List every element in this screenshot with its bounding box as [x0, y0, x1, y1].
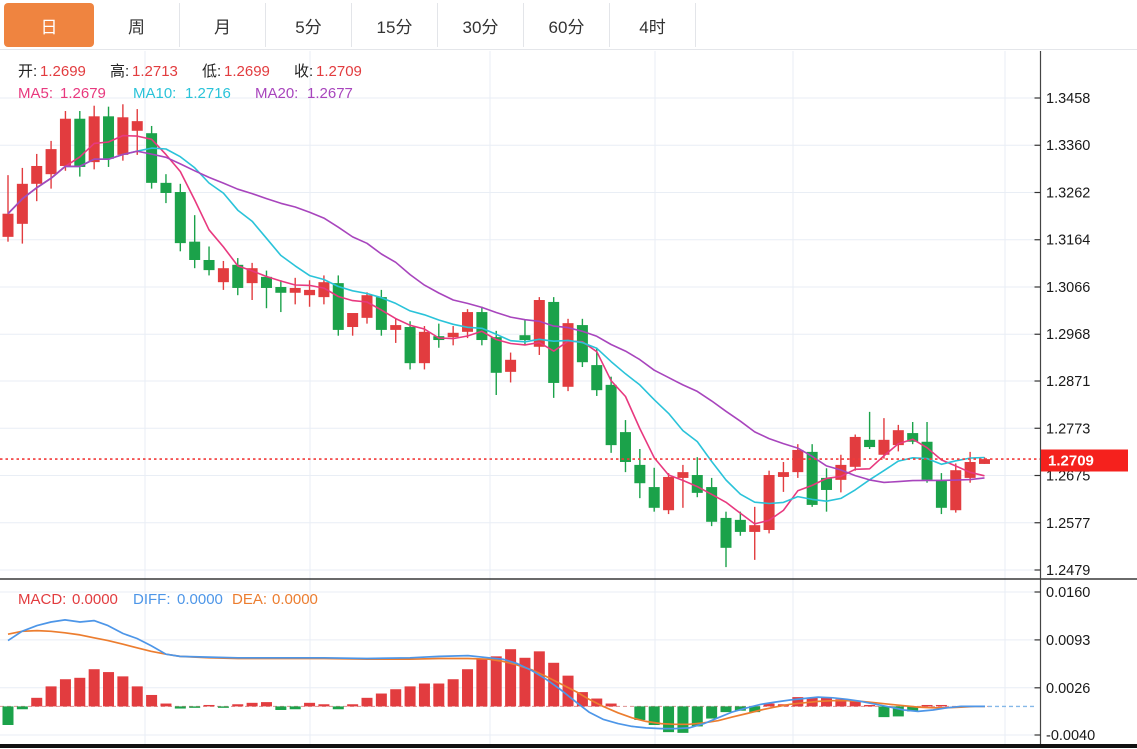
- open-value: 1.2699: [40, 63, 86, 80]
- low-label: 低:: [202, 63, 221, 80]
- ma10-label: MA10:: [133, 85, 176, 102]
- candlestick-chart: 1.3458 1.3360 1.3262 1.3164 1.3066 1.2968 1.28…: [0, 0, 1137, 749]
- axis-tick-label: 1.2968: [1046, 327, 1090, 343]
- tab-30min[interactable]: 30分: [438, 3, 524, 47]
- close-value: 1.2709: [316, 63, 362, 80]
- axis-tick-label: 0.0026: [1046, 681, 1090, 697]
- axis-tick-label: 1.2577: [1046, 516, 1090, 532]
- axis-tick-label: 0.0160: [1046, 585, 1090, 601]
- tab-15min[interactable]: 15分: [352, 3, 438, 47]
- high-value: 1.2713: [132, 63, 178, 80]
- dea-value: 0.0000: [272, 591, 318, 608]
- ma5-value: 1.2679: [60, 85, 106, 102]
- tab-week[interactable]: 周: [94, 3, 180, 47]
- close-label: 收:: [294, 63, 313, 80]
- axis-tick-label: 0.0093: [1046, 633, 1090, 649]
- axis-tick-label: 1.3164: [1046, 233, 1090, 249]
- ma10-value: 1.2716: [185, 85, 231, 102]
- tab-day[interactable]: 日: [4, 3, 94, 47]
- macd-value: 0.0000: [72, 591, 118, 608]
- price-axis: 1.3458 1.3360 1.3262 1.3164 1.3066 1.2968 1.28…: [0, 51, 1137, 746]
- axis-tick-label: 1.2871: [1046, 374, 1090, 390]
- axis-tick-label: 1.3066: [1046, 280, 1090, 296]
- axis-tick-label: 1.3458: [1046, 91, 1090, 107]
- tab-month[interactable]: 月: [180, 3, 266, 47]
- ma5-label: MA5:: [18, 85, 53, 102]
- axis-tick-label: 1.3360: [1046, 138, 1090, 154]
- open-label: 开:: [18, 63, 37, 80]
- high-label: 高:: [110, 63, 129, 80]
- macd-row: MACD: 0.0000 DIFF: 0.0000 DEA: 0.0000: [18, 591, 318, 608]
- macd-panel: [0, 620, 1037, 733]
- ma-row: MA5: 1.2679 MA10: 1.2716 MA20: 1.2677: [18, 85, 353, 102]
- current-price-value: 1.2709: [1048, 453, 1094, 470]
- ma20-value: 1.2677: [307, 85, 353, 102]
- diff-label: DIFF:: [133, 591, 171, 608]
- ma20-label: MA20:: [255, 85, 298, 102]
- current-price-tag: 1.2709: [1041, 450, 1128, 472]
- axis-tick-label: 1.2773: [1046, 421, 1090, 437]
- axis-tick-label: 1.2479: [1046, 563, 1090, 579]
- tab-5min[interactable]: 5分: [266, 3, 352, 47]
- macd-label: MACD:: [18, 591, 66, 608]
- ohlc-row: 开: 1.2699 高: 1.2713 低: 1.2699 收: 1.2709: [18, 63, 362, 80]
- tab-60min[interactable]: 60分: [524, 3, 610, 47]
- tab-4hour[interactable]: 4时: [610, 3, 696, 47]
- interval-tab-bar: 日 周 月 5分 15分 30分 60分 4时: [0, 0, 1137, 50]
- diff-value: 0.0000: [177, 591, 223, 608]
- axis-tick-label: -0.0040: [1046, 728, 1095, 744]
- low-value: 1.2699: [224, 63, 270, 80]
- dea-label: DEA:: [232, 591, 267, 608]
- axis-tick-label: 1.3262: [1046, 185, 1090, 201]
